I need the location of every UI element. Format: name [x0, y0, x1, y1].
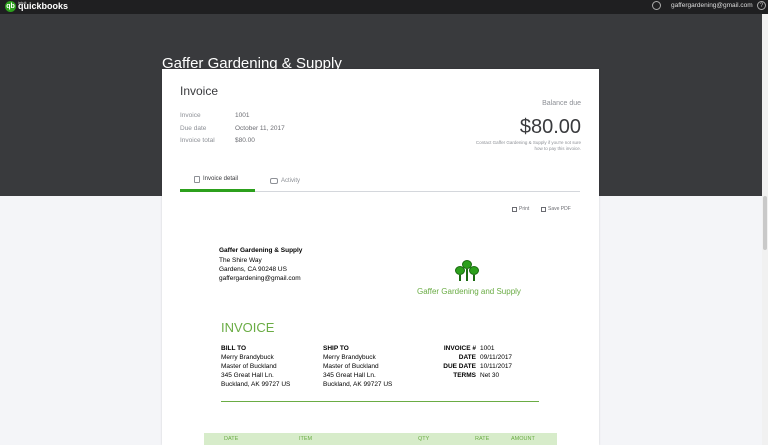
- chat-icon: [270, 177, 278, 184]
- tab-activity-label: Activity: [281, 177, 301, 184]
- column-header-amount: AMOUNT: [511, 436, 535, 442]
- terms-value: Net 30: [480, 372, 500, 379]
- ship-to-line: Merry Brandybuck: [323, 354, 376, 361]
- business-address-line: The Shire Way: [219, 257, 262, 264]
- document-title: INVOICE: [221, 320, 275, 335]
- tree-shape: [469, 266, 479, 275]
- meta-value-total: $80.00: [235, 137, 255, 144]
- invoice-date-key: DATE: [458, 354, 476, 361]
- ship-to-line: 345 Great Hall Ln.: [323, 372, 376, 379]
- document-icon: [194, 175, 200, 183]
- meta-label-due-date: Due date: [180, 125, 207, 132]
- meta-value-invoice: 1001: [235, 112, 250, 119]
- tree-shape: [455, 266, 465, 275]
- column-header-qty: QTY: [418, 436, 430, 442]
- print-button[interactable]: Print: [512, 206, 529, 212]
- bill-to-heading: BILL TO: [221, 345, 247, 352]
- meta-value-due-date: October 11, 2017: [235, 125, 285, 132]
- contact-note: Contact Gaffer Gardening & Supply if you…: [475, 140, 581, 151]
- meta-label-invoice: Invoice: [180, 112, 201, 119]
- due-date-key: DUE DATE: [443, 363, 476, 370]
- tab-invoice-detail-label: Invoice detail: [203, 176, 239, 182]
- due-date-value: 10/11/2017: [480, 363, 513, 370]
- terms-key: TERMS: [453, 372, 476, 379]
- print-label: Print: [519, 206, 530, 212]
- invoice-number-value: 1001: [480, 345, 495, 352]
- bill-to-line: Buckland, AK 99727 US: [221, 381, 291, 388]
- balance-due-amount: $80.00: [519, 116, 581, 138]
- invoice-heading: Invoice: [180, 84, 219, 98]
- business-logo-name: Gaffer Gardening and Supply: [417, 287, 521, 296]
- quickbooks-wordmark: intuit quickbooks: [18, 0, 68, 12]
- column-header-rate: RATE: [475, 436, 490, 442]
- trunk-shape: [473, 275, 475, 281]
- bill-to-line: Merry Brandybuck: [221, 354, 274, 361]
- trunk-shape: [466, 269, 468, 281]
- tab-invoice-detail[interactable]: Invoice detail: [180, 169, 255, 192]
- page-scrollbar[interactable]: [762, 14, 768, 445]
- gear-icon[interactable]: [652, 1, 661, 10]
- column-header-item: ITEM: [299, 436, 313, 442]
- column-header-date: DATE: [224, 436, 239, 442]
- invoice-card: Invoice Invoice 1001 Due date October 11…: [162, 69, 599, 445]
- scrollbar-thumb[interactable]: [763, 196, 767, 250]
- print-icon: [512, 206, 517, 212]
- top-bar: qb intuit quickbooks gaffergardening@gma…: [0, 0, 768, 14]
- ship-to-line: Buckland, AK 99727 US: [323, 381, 393, 388]
- business-address-line: Gardens, CA 90248 US: [219, 266, 287, 273]
- bill-to-line: 345 Great Hall Ln.: [221, 372, 274, 379]
- invoice-number-key: INVOICE #: [443, 345, 476, 352]
- intuit-label: intuit: [18, 0, 27, 5]
- business-logo-icon: [455, 260, 479, 283]
- save-pdf-icon: [541, 206, 546, 212]
- business-email: gaffergardening@gmail.com: [219, 275, 301, 282]
- business-name: Gaffer Gardening & Supply: [219, 247, 303, 254]
- invoice-date-value: 09/11/2017: [480, 354, 513, 361]
- save-pdf-label: Save PDF: [548, 206, 571, 212]
- tab-activity[interactable]: Activity: [270, 169, 330, 192]
- document-divider: [221, 401, 539, 402]
- help-icon[interactable]: ?: [757, 1, 766, 10]
- meta-label-total: Invoice total: [180, 137, 215, 144]
- quickbooks-logo-icon: qb: [5, 1, 16, 12]
- balance-due-label: Balance due: [542, 100, 581, 107]
- quickbooks-logo[interactable]: qb intuit quickbooks: [5, 0, 68, 12]
- ship-to-heading: SHIP TO: [323, 345, 349, 352]
- line-items-header: DATE ITEM QTY RATE AMOUNT: [204, 433, 557, 445]
- save-pdf-button[interactable]: Save PDF: [541, 206, 571, 212]
- user-email[interactable]: gaffergardening@gmail.com: [671, 2, 753, 9]
- bill-to-line: Master of Buckland: [221, 363, 277, 370]
- invoice-tabs: Invoice detail Activity: [180, 169, 580, 192]
- trunk-shape: [459, 275, 461, 281]
- ship-to-line: Master of Buckland: [323, 363, 379, 370]
